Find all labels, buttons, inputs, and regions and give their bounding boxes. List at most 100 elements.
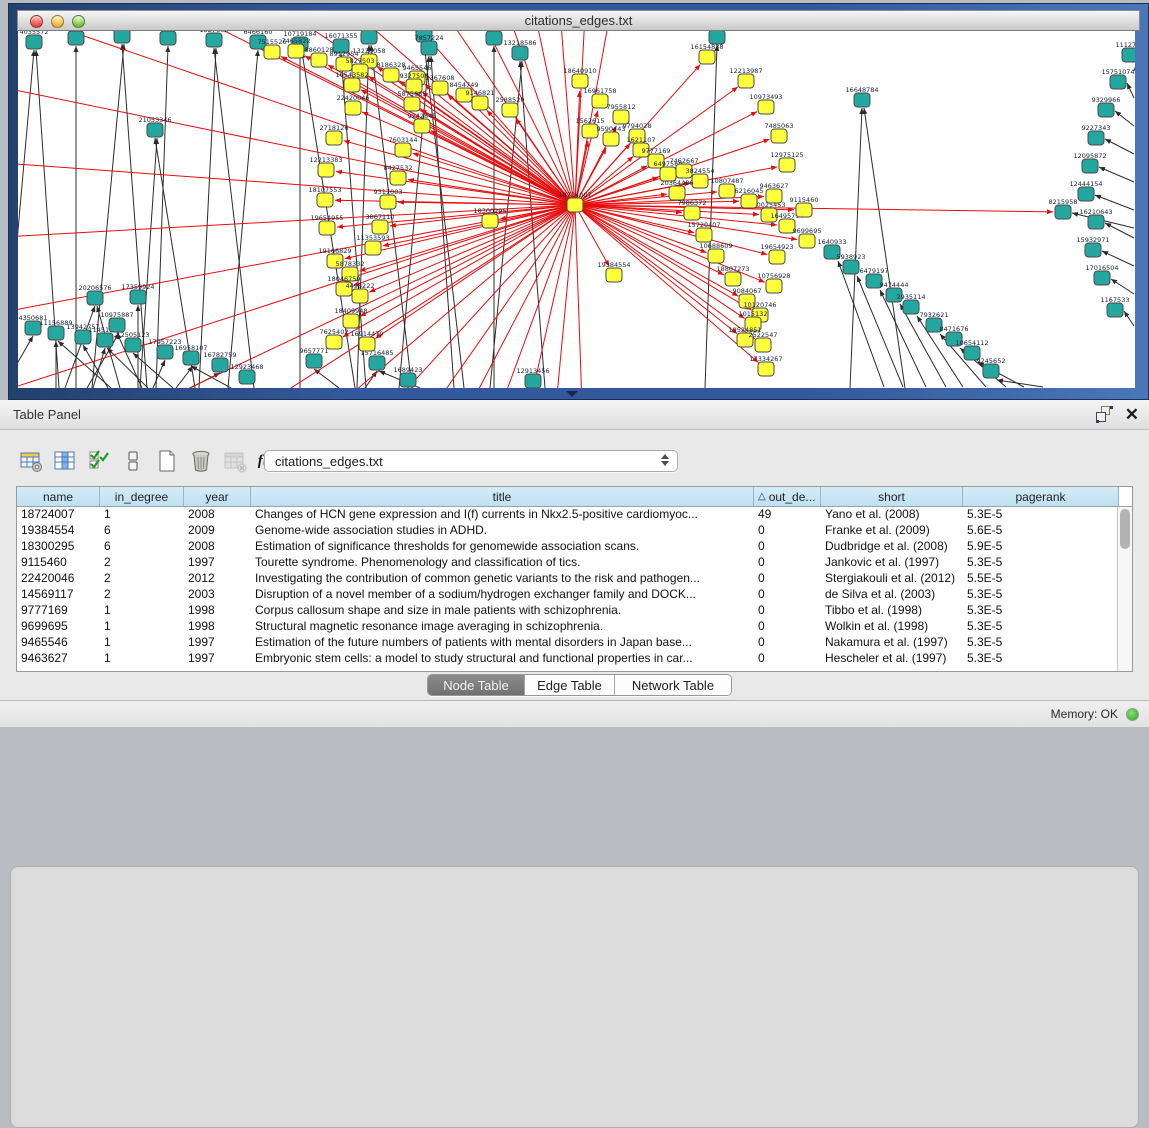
- cell-name[interactable]: 9777169: [17, 603, 100, 619]
- row-height-icon[interactable]: [120, 448, 146, 474]
- cell-short[interactable]: Hescheler et al. (1997): [821, 651, 963, 667]
- graph-node[interactable]: 16210643: [1079, 208, 1112, 229]
- column-header-short[interactable]: short: [821, 487, 963, 506]
- cell-short[interactable]: Tibbo et al. (1998): [821, 603, 963, 619]
- cell-pagerank[interactable]: 5.3E-5: [963, 619, 1119, 635]
- graph-node[interactable]: 2893143: [108, 31, 137, 43]
- cell-name[interactable]: 19384554: [17, 523, 100, 539]
- cell-name[interactable]: 9463627: [17, 651, 100, 667]
- graph-node[interactable]: 15720407: [687, 221, 720, 242]
- cell-short[interactable]: Yano et al. (2008): [821, 507, 963, 523]
- graph-node[interactable]: 7625402: [320, 328, 349, 349]
- graph-node[interactable]: 15932971: [1076, 236, 1109, 257]
- cell-pagerank[interactable]: 5.3E-5: [963, 555, 1119, 571]
- graph-node[interactable]: 2718126: [320, 124, 349, 145]
- graph-node[interactable]: 18807273: [716, 265, 749, 286]
- cell-in_degree[interactable]: 1: [100, 603, 184, 619]
- select-rows-icon[interactable]: [86, 448, 112, 474]
- cell-short[interactable]: Nakamura et al. (1997): [821, 635, 963, 651]
- cell-year[interactable]: 1998: [184, 603, 251, 619]
- graph-node[interactable]: 10973493: [749, 93, 782, 114]
- graph-node[interactable]: 2588520: [496, 96, 525, 117]
- table-row[interactable]: 946554611997Estimation of the future num…: [17, 635, 1132, 651]
- graph-node[interactable]: 7955812: [607, 103, 636, 124]
- graph-node[interactable]: 9657771: [300, 347, 329, 368]
- cell-short[interactable]: de Silva et al. (2003): [821, 587, 963, 603]
- graph-node[interactable]: 12213383: [309, 156, 342, 177]
- cell-out_de[interactable]: 0: [754, 539, 821, 555]
- cell-pagerank[interactable]: 5.3E-5: [963, 507, 1119, 523]
- cell-in_degree[interactable]: 6: [100, 523, 184, 539]
- scrollbar-thumb[interactable]: [1120, 509, 1130, 549]
- graph-node[interactable]: 12975125: [770, 151, 803, 172]
- graph-node[interactable]: 7986372: [678, 199, 707, 220]
- graph-node[interactable]: 15716485: [360, 349, 393, 370]
- cell-year[interactable]: 1997: [184, 555, 251, 571]
- cell-title[interactable]: Changes of HCN gene expression and I(f) …: [251, 507, 754, 523]
- tab-edge-table[interactable]: Edge Table: [525, 675, 615, 695]
- cell-title[interactable]: Genome-wide association studies in ADHD.: [251, 523, 754, 539]
- graph-node[interactable]: 10688609: [699, 242, 732, 263]
- graph-node[interactable]: 17334267: [749, 355, 782, 376]
- graph-node[interactable]: 8215958: [1049, 198, 1078, 219]
- network-canvas[interactable]: 4035572203914362893143106532871527602646…: [18, 31, 1135, 388]
- cell-name[interactable]: 9115460: [17, 555, 100, 571]
- graph-node[interactable]: 21053346: [138, 116, 171, 137]
- column-header-out_de[interactable]: △out_de...: [754, 487, 821, 506]
- cell-short[interactable]: Jankovic et al. (1997): [821, 555, 963, 571]
- new-document-icon[interactable]: [154, 448, 180, 474]
- graph-node[interactable]: 9227343: [1082, 124, 1111, 145]
- cell-short[interactable]: Franke et al. (2009): [821, 523, 963, 539]
- cell-out_de[interactable]: 0: [754, 523, 821, 539]
- column-header-in_degree[interactable]: in_degree: [100, 487, 184, 506]
- graph-node[interactable]: 19654923: [760, 243, 793, 264]
- cell-name[interactable]: 18300295: [17, 539, 100, 555]
- graph-node[interactable]: 20206576: [78, 284, 111, 305]
- tab-network-table[interactable]: Network Table: [615, 675, 731, 695]
- close-window-icon[interactable]: [30, 15, 43, 28]
- graph-node[interactable]: 9329966: [1092, 96, 1121, 117]
- graph-node[interactable]: 7857224: [415, 34, 444, 55]
- cell-pagerank[interactable]: 5.6E-5: [963, 523, 1119, 539]
- cell-pagerank[interactable]: 5.3E-5: [963, 603, 1119, 619]
- graph-node[interactable]: 20391436: [59, 31, 92, 45]
- table-row[interactable]: 1456911722003Disruption of a novel membe…: [17, 587, 1132, 603]
- graph-node[interactable]: 18107553: [308, 186, 341, 207]
- cell-out_de[interactable]: 0: [754, 603, 821, 619]
- graph-node[interactable]: 1527602: [200, 31, 229, 47]
- cell-short[interactable]: Dudbridge et al. (2008): [821, 539, 963, 555]
- float-panel-icon[interactable]: [1096, 406, 1113, 423]
- cell-year[interactable]: 2009: [184, 523, 251, 539]
- tab-node-table[interactable]: Node Table: [428, 675, 525, 695]
- cell-name[interactable]: 9699695: [17, 619, 100, 635]
- cell-pagerank[interactable]: 5.9E-5: [963, 539, 1119, 555]
- graph-node[interactable]: 16154838: [690, 43, 723, 64]
- table-row[interactable]: 1872400712008Changes of HCN gene express…: [17, 507, 1132, 523]
- cell-year[interactable]: 1997: [184, 635, 251, 651]
- select-columns-icon[interactable]: [52, 448, 78, 474]
- graph-node[interactable]: 22420046: [336, 94, 369, 115]
- cell-title[interactable]: Corpus callosum shape and size in male p…: [251, 603, 754, 619]
- graph-node[interactable]: 18300295: [473, 207, 506, 228]
- cell-pagerank[interactable]: 5.3E-5: [963, 587, 1119, 603]
- cell-year[interactable]: 2012: [184, 571, 251, 587]
- cell-in_degree[interactable]: 2: [100, 571, 184, 587]
- cell-in_degree[interactable]: 2: [100, 587, 184, 603]
- graph-node[interactable]: 12095872: [1073, 152, 1106, 173]
- cell-title[interactable]: Tourette syndrome. Phenomenology and cla…: [251, 555, 754, 571]
- column-header-title[interactable]: title: [251, 487, 754, 506]
- cell-title[interactable]: Estimation of the future numbers of pati…: [251, 635, 754, 651]
- minimize-window-icon[interactable]: [51, 15, 64, 28]
- graph-node[interactable]: 13218586: [503, 39, 536, 60]
- cell-name[interactable]: 9465546: [17, 635, 100, 651]
- delete-icon[interactable]: [188, 448, 214, 474]
- cell-title[interactable]: Embryonic stem cells: a model to study s…: [251, 651, 754, 667]
- cell-year[interactable]: 1998: [184, 619, 251, 635]
- zoom-window-icon[interactable]: [72, 15, 85, 28]
- cell-in_degree[interactable]: 1: [100, 507, 184, 523]
- graph-node[interactable]: 9590443: [597, 125, 626, 146]
- cell-in_degree[interactable]: 1: [100, 635, 184, 651]
- column-header-pagerank[interactable]: pagerank: [963, 487, 1119, 506]
- cell-out_de[interactable]: 0: [754, 619, 821, 635]
- graph-node[interactable]: 1112708: [1116, 41, 1135, 62]
